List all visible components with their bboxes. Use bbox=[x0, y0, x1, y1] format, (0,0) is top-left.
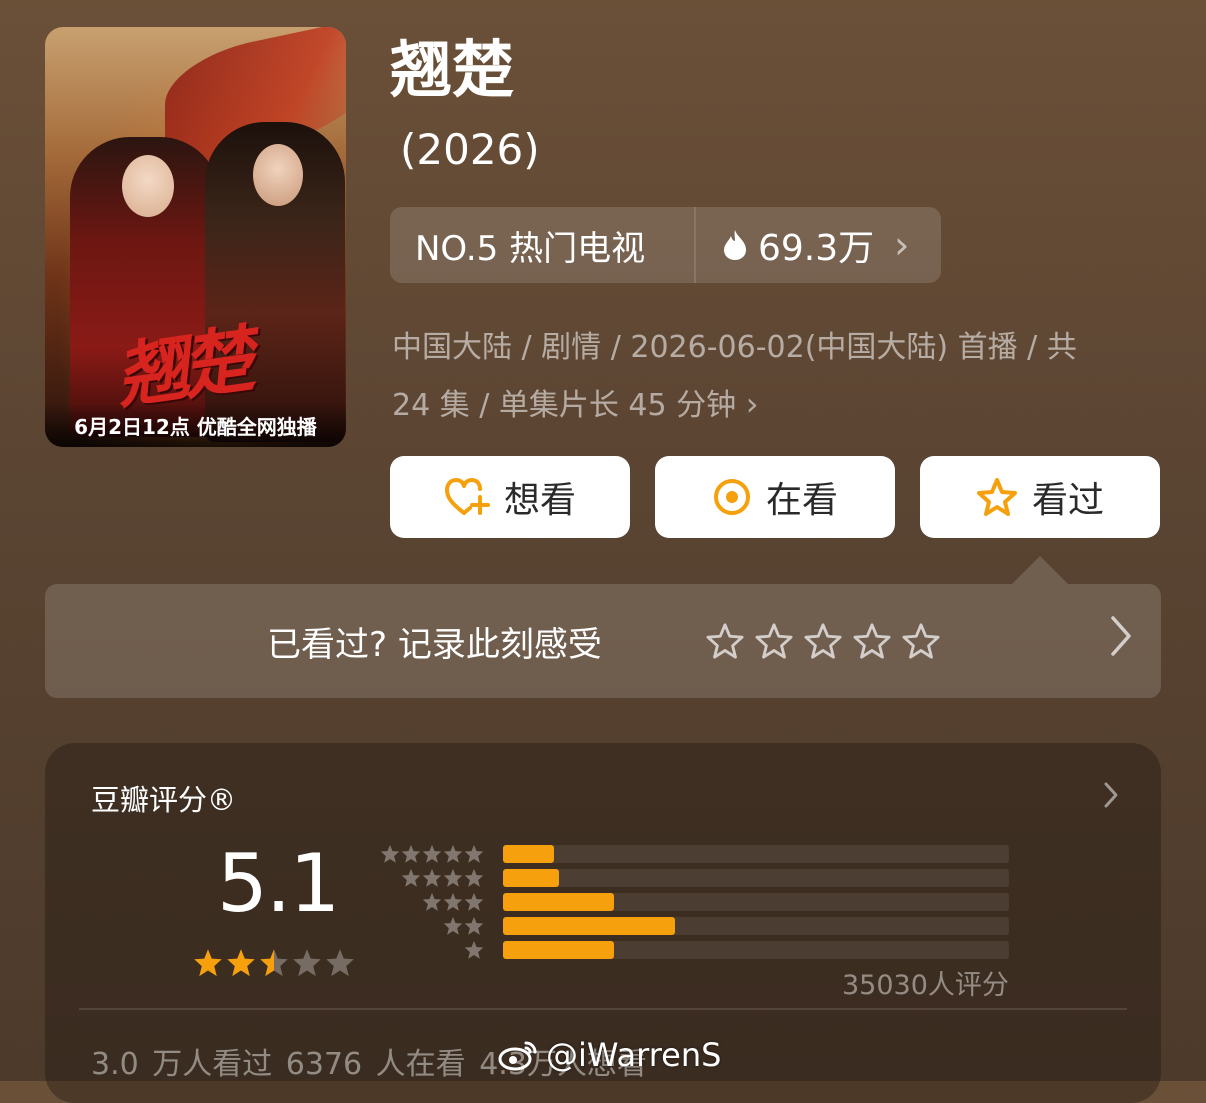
star-small-icon bbox=[401, 844, 421, 863]
show-meta[interactable]: 中国大陆 / 剧情 / 2026-06-02(中国大陆) 首播 / 共 24 集… bbox=[392, 320, 1152, 434]
star-outline-icon bbox=[976, 478, 1017, 516]
star-outline-icon[interactable] bbox=[705, 622, 745, 660]
star-outline-icon[interactable] bbox=[803, 622, 843, 660]
distribution-stars bbox=[401, 868, 484, 888]
rate-stars[interactable] bbox=[705, 622, 941, 660]
distribution-track bbox=[503, 893, 1009, 911]
distribution-stars bbox=[464, 940, 484, 960]
distribution-stars bbox=[422, 892, 484, 912]
star-empty-icon bbox=[326, 949, 354, 977]
star-half-icon bbox=[260, 949, 288, 977]
distribution-bar bbox=[503, 869, 559, 887]
star-small-icon bbox=[422, 892, 442, 911]
star-small-icon bbox=[422, 868, 442, 887]
star-small-icon bbox=[464, 892, 484, 911]
distribution-stars bbox=[380, 844, 484, 864]
star-small-icon bbox=[422, 844, 442, 863]
watched-label: 看过 bbox=[1031, 480, 1104, 521]
distribution-bar bbox=[503, 917, 676, 935]
distribution-row bbox=[383, 940, 1013, 960]
watching-button[interactable]: 在看 bbox=[655, 456, 895, 538]
star-small-icon bbox=[443, 916, 463, 935]
ranking-label: NO.5 热门电视 bbox=[415, 228, 646, 269]
distribution-bar bbox=[503, 893, 615, 911]
record-prompt: 已看过? 记录此刻感受 bbox=[267, 624, 602, 665]
star-small-icon bbox=[464, 844, 484, 863]
star-filled-icon bbox=[194, 949, 222, 977]
distribution-track bbox=[503, 869, 1009, 887]
distribution-track bbox=[503, 941, 1009, 959]
star-filled-icon bbox=[227, 949, 255, 977]
star-small-icon bbox=[464, 868, 484, 887]
page-title: 翘楚 bbox=[390, 33, 515, 106]
star-small-icon bbox=[443, 892, 463, 911]
distribution-bar bbox=[503, 941, 615, 959]
star-small-icon bbox=[401, 868, 421, 887]
want-to-watch-button[interactable]: 想看 bbox=[390, 456, 630, 538]
star-small-icon bbox=[464, 940, 484, 959]
chevron-right-icon: › bbox=[745, 385, 759, 423]
poster-caption: 6月2日12点 优酷全网独播 bbox=[45, 403, 346, 447]
star-outline-icon[interactable] bbox=[852, 622, 892, 660]
watermark-text: @iWarrenS bbox=[546, 1036, 722, 1074]
watching-label: 在看 bbox=[765, 480, 838, 521]
panel-pointer bbox=[1012, 556, 1068, 584]
distribution-row bbox=[383, 892, 1013, 912]
weibo-watermark: @iWarrenS bbox=[498, 1036, 721, 1074]
star-small-icon bbox=[464, 916, 484, 935]
want-label: 想看 bbox=[503, 480, 576, 521]
star-small-icon bbox=[380, 844, 400, 863]
rating-count: 35030人评分 bbox=[842, 970, 1009, 1001]
watched-button[interactable]: 看过 bbox=[920, 456, 1160, 538]
star-outline-icon[interactable] bbox=[901, 622, 941, 660]
star-outline-icon[interactable] bbox=[754, 622, 794, 660]
rating-title: 豆瓣评分® bbox=[91, 783, 237, 817]
chevron-right-icon bbox=[1104, 782, 1118, 808]
release-year: (2026) bbox=[400, 125, 540, 174]
chevron-right-icon: › bbox=[894, 223, 910, 267]
distribution-row bbox=[380, 844, 1013, 864]
distribution-row bbox=[383, 916, 1013, 936]
star-empty-icon bbox=[293, 949, 321, 977]
rating-divider bbox=[79, 1008, 1127, 1010]
heart-plus-icon bbox=[444, 478, 490, 515]
score-stars bbox=[193, 948, 355, 978]
rating-score: 5.1 bbox=[217, 837, 340, 930]
record-rating-panel[interactable]: 已看过? 记录此刻感受 bbox=[45, 584, 1161, 698]
distribution-track bbox=[503, 845, 1009, 863]
meta-line-1: 中国大陆 / 剧情 / 2026-06-02(中国大陆) 首播 / 共 bbox=[392, 330, 1077, 365]
weibo-logo-icon bbox=[498, 1041, 537, 1071]
distribution-stars bbox=[443, 916, 484, 936]
distribution-track bbox=[503, 917, 1009, 935]
heat-value: 69.3万 › bbox=[696, 219, 909, 271]
star-small-icon bbox=[443, 844, 463, 863]
ranking-badge[interactable]: NO.5 热门电视 69.3万 › bbox=[390, 207, 941, 283]
target-icon bbox=[713, 479, 750, 515]
heat-number: 69.3万 bbox=[758, 228, 875, 269]
star-small-icon bbox=[443, 868, 463, 887]
chevron-right-icon bbox=[1111, 616, 1131, 656]
distribution-row bbox=[383, 868, 1013, 888]
flame-icon bbox=[724, 230, 746, 260]
distribution-bar bbox=[503, 845, 554, 863]
meta-line-2: 24 集 / 单集片长 45 分钟 bbox=[392, 388, 737, 423]
poster-image[interactable]: 翘楚 6月2日12点 优酷全网独播 bbox=[45, 27, 346, 447]
